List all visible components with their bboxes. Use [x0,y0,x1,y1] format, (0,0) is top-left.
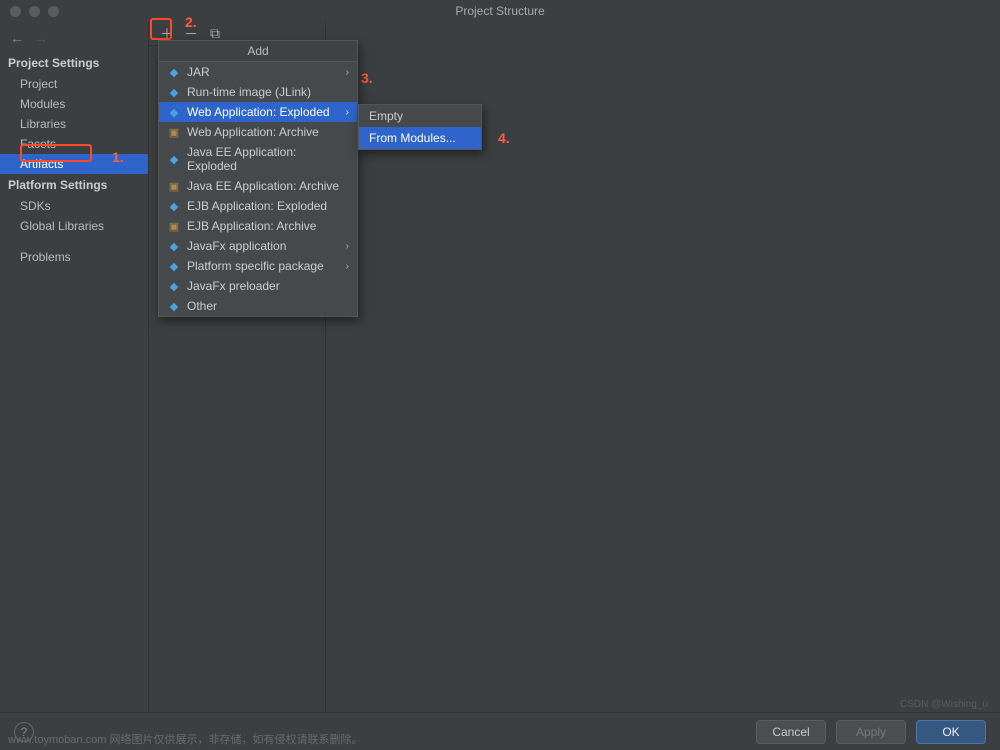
menu-item-label: Web Application: Archive [187,125,319,139]
menu-item-label: Platform specific package [187,259,324,273]
add-menu-item-javaee-exploded[interactable]: ◆ Java EE Application: Exploded [159,142,357,176]
diamond-icon: ◆ [167,65,181,79]
archive-icon: ▣ [167,125,181,139]
ok-button[interactable]: OK [916,720,986,744]
menu-item-label: Run-time image (JLink) [187,85,311,99]
add-menu-item-jar[interactable]: ◆ JAR › [159,62,357,82]
diamond-icon: ◆ [167,152,181,166]
watermark-right: CSDN @Wishing_u [900,699,988,710]
add-menu-item-jlink[interactable]: ◆ Run-time image (JLink) [159,82,357,102]
add-menu-item-ejb-archive[interactable]: ▣ EJB Application: Archive [159,216,357,236]
add-menu-title: Add [159,41,357,62]
add-menu-item-ejb-exploded[interactable]: ◆ EJB Application: Exploded [159,196,357,216]
cancel-button[interactable]: Cancel [756,720,826,744]
chevron-right-icon: › [346,67,349,78]
menu-item-label: EJB Application: Exploded [187,199,327,213]
diamond-icon: ◆ [167,279,181,293]
sidebar-item-global-libraries[interactable]: Global Libraries [0,216,148,236]
add-menu-item-platform-package[interactable]: ◆ Platform specific package › [159,256,357,276]
window-controls [10,6,59,17]
diamond-icon: ◆ [167,199,181,213]
archive-icon: ▣ [167,219,181,233]
menu-item-label: JAR [187,65,210,79]
diamond-icon: ◆ [167,259,181,273]
watermark-text: www.toymoban.com 网络图片仅供展示，非存储，如有侵权请联系删除。 [8,731,362,747]
add-menu-item-javafx-app[interactable]: ◆ JavaFx application › [159,236,357,256]
section-header-project-settings: Project Settings [0,52,148,74]
sidebar-item-modules[interactable]: Modules [0,94,148,114]
window-title: Project Structure [455,4,544,18]
submenu-item-from-modules[interactable]: From Modules... [359,127,481,149]
menu-item-label: JavaFx application [187,239,286,253]
add-menu-item-web-archive[interactable]: ▣ Web Application: Archive [159,122,357,142]
add-menu-item-javaee-archive[interactable]: ▣ Java EE Application: Archive [159,176,357,196]
section-header-platform-settings: Platform Settings [0,174,148,196]
nav-arrows: ← → [0,28,148,52]
diamond-icon: ◆ [167,85,181,99]
submenu-item-empty[interactable]: Empty [359,105,481,127]
forward-arrow-icon[interactable]: → [34,30,48,46]
chevron-right-icon: › [346,241,349,252]
diamond-icon: ◆ [167,239,181,253]
chevron-right-icon: › [346,107,349,118]
sidebar-item-problems[interactable]: Problems [0,246,148,268]
add-menu-item-web-exploded[interactable]: ◆ Web Application: Exploded › [159,102,357,122]
add-menu-item-other[interactable]: ◆ Other [159,296,357,316]
add-menu-item-javafx-preloader[interactable]: ◆ JavaFx preloader [159,276,357,296]
sidebar: ← → Project Settings Project Modules Lib… [0,22,148,712]
minimize-window-icon[interactable] [29,6,40,17]
menu-item-label: Java EE Application: Archive [187,179,339,193]
diamond-icon: ◆ [167,105,181,119]
back-arrow-icon[interactable]: ← [10,30,24,46]
sidebar-item-project[interactable]: Project [0,74,148,94]
diamond-icon: ◆ [167,299,181,313]
chevron-right-icon: › [346,261,349,272]
menu-item-label: Java EE Application: Exploded [187,145,349,173]
title-bar: Project Structure [0,0,1000,22]
maximize-window-icon[interactable] [48,6,59,17]
sidebar-item-sdks[interactable]: SDKs [0,196,148,216]
sidebar-item-facets[interactable]: Facets [0,134,148,154]
apply-button[interactable]: Apply [836,720,906,744]
menu-item-label: JavaFx preloader [187,279,280,293]
web-exploded-submenu: Empty From Modules... [358,104,482,150]
close-window-icon[interactable] [10,6,21,17]
menu-item-label: EJB Application: Archive [187,219,316,233]
archive-icon: ▣ [167,179,181,193]
sidebar-item-artifacts[interactable]: Artifacts [0,154,148,174]
menu-item-label: Web Application: Exploded [187,105,330,119]
menu-item-label: Other [187,299,217,313]
add-artifact-menu: Add ◆ JAR › ◆ Run-time image (JLink) ◆ Web A… [158,40,358,317]
sidebar-item-libraries[interactable]: Libraries [0,114,148,134]
